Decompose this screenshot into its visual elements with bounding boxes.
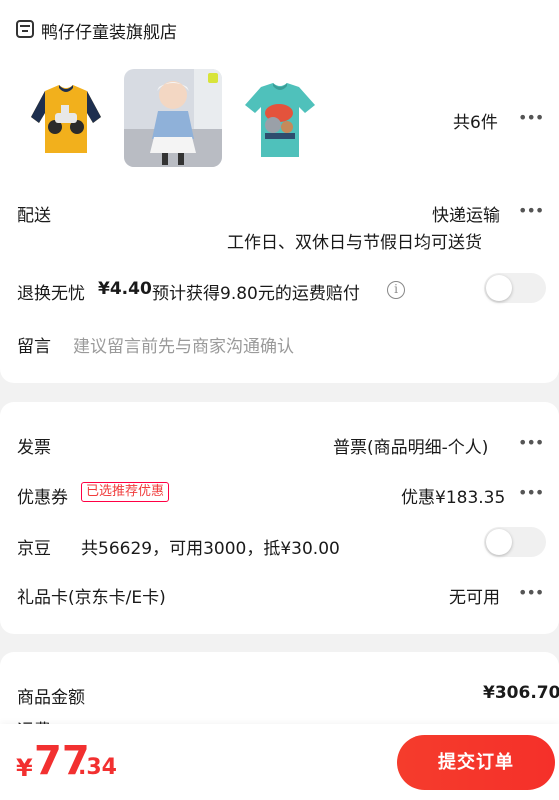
more-icon[interactable]: ••• bbox=[518, 433, 544, 452]
coupon-label: 优惠券 bbox=[17, 488, 68, 508]
product-thumb-child-photo[interactable] bbox=[124, 69, 222, 167]
return-insurance-desc: 预计获得9.80元的运费赔付 bbox=[152, 284, 360, 304]
total-currency: ¥ bbox=[16, 754, 33, 782]
invoice-label: 发票 bbox=[17, 438, 51, 458]
return-insurance-price: ¥4.40 bbox=[98, 279, 152, 299]
goods-amount-label: 商品金额 bbox=[17, 688, 85, 708]
info-icon[interactable]: i bbox=[387, 281, 405, 299]
product-thumb-cyan-shirt[interactable] bbox=[231, 69, 329, 167]
invoice-value[interactable]: 普票(商品明细-个人) bbox=[333, 433, 488, 458]
jd-beans-desc: 共56629，可用3000，抵¥30.00 bbox=[81, 539, 340, 559]
gift-card-label: 礼品卡(京东卡/E卡) bbox=[17, 588, 166, 608]
more-icon[interactable]: ••• bbox=[518, 201, 544, 220]
coupon-tag: 已选推荐优惠 bbox=[81, 482, 170, 502]
return-insurance-toggle[interactable] bbox=[484, 273, 546, 303]
jd-beans-label: 京豆 bbox=[17, 539, 51, 559]
payment-options-card: 发票 普票(商品明细-个人) ••• 优惠券 已选推荐优惠 优惠¥183.35 … bbox=[0, 402, 559, 634]
goods-amount-value: ¥306.70 bbox=[483, 683, 559, 703]
delivery-note: 工作日、双休日与节假日均可送货 bbox=[227, 233, 482, 253]
store-order-card: 鸭仔仔童装旗舰店 共6件 ••• 配送 快递运输 ••• 工作日、双休日与节假日… bbox=[0, 0, 559, 383]
store-icon bbox=[16, 20, 34, 38]
total-decimal: .34 bbox=[78, 755, 117, 780]
product-thumb-yellow-shirt[interactable] bbox=[17, 69, 115, 167]
more-icon[interactable]: ••• bbox=[518, 108, 544, 127]
more-icon[interactable]: ••• bbox=[518, 583, 544, 602]
more-icon[interactable]: ••• bbox=[518, 483, 544, 502]
product-count[interactable]: 共6件 bbox=[453, 108, 498, 133]
submit-order-button[interactable]: 提交订单 bbox=[397, 735, 555, 790]
jd-beans-toggle[interactable] bbox=[484, 527, 546, 557]
delivery-method[interactable]: 快递运输 bbox=[432, 201, 500, 226]
gift-card-value[interactable]: 无可用 bbox=[449, 583, 500, 608]
message-label: 留言 bbox=[17, 337, 51, 357]
delivery-label: 配送 bbox=[17, 206, 51, 226]
toggle-knob bbox=[486, 529, 512, 555]
coupon-value[interactable]: 优惠¥183.35 bbox=[401, 483, 505, 508]
toggle-knob bbox=[486, 275, 512, 301]
store-name[interactable]: 鸭仔仔童装旗舰店 bbox=[41, 18, 177, 43]
message-input[interactable]: 建议留言前先与商家沟通确认 bbox=[73, 332, 294, 357]
return-insurance-label: 退换无忧 bbox=[17, 284, 85, 304]
